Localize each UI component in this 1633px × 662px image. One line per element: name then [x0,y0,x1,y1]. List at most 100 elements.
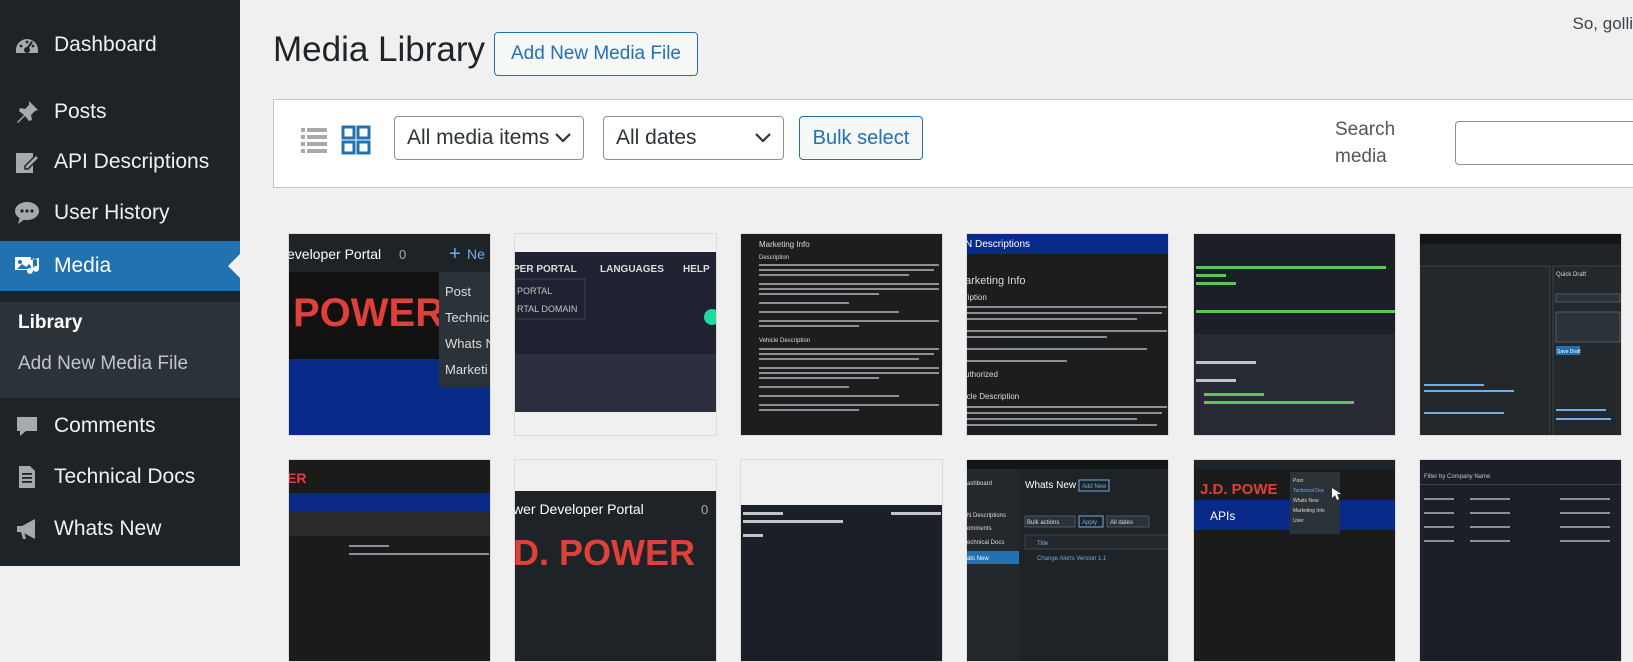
date-filter-value: All dates [616,126,697,149]
thumb-brand: J.D. POWE [1200,481,1278,498]
dashboard-icon [16,39,38,53]
media-thumbnail[interactable]: N Descriptions arketing Info ription uth… [966,233,1169,436]
thumb-brand: POWER [293,291,444,335]
thumb-subheading: Description [759,255,789,261]
media-thumbnail[interactable]: ashboard N Descriptions omments echnical… [966,459,1169,662]
media-thumbnail[interactable]: ER [288,459,491,662]
media-icon [15,257,39,274]
submenu-item-library[interactable]: Library [18,312,82,334]
sidebar-item-technical-docs[interactable]: Technical Docs [0,454,240,500]
sidebar-item-label: Technical Docs [54,465,196,488]
thumb-portal-title: wer Developer Portal [515,501,644,517]
thumb-side-item: ashboard [967,481,992,487]
thumb-button: Apply [1082,520,1097,526]
thumbnail-image: eveloper Portal 0 + Ne POWER Post Techni… [289,234,491,435]
thumbnail-image [741,460,942,661]
thumb-select: All dates [1110,520,1133,526]
grid-view-icon[interactable] [341,125,371,155]
thumb-nav-item: HELP [683,264,710,275]
sidebar-item-label: Posts [54,100,107,123]
comment-bubble-icon [15,202,39,224]
page-title: Media Library [273,30,486,69]
thumb-menu-title: APIs [1210,509,1235,523]
thumb-menu-item: Whats N [445,336,491,351]
thumb-menu-item: PORTAL [517,286,552,296]
megaphone-icon [17,519,35,539]
thumbnail-image: ashboard N Descriptions omments echnical… [967,460,1168,661]
thumb-subheading: icle Description [967,392,1019,401]
sidebar-item-label: Dashboard [54,33,157,56]
bulk-select-button[interactable]: Bulk select [799,116,923,160]
media-thumbnail[interactable]: J.D. POWE APIs Post Technical Doc Whats … [1193,459,1396,662]
media-thumbnail[interactable]: PER PORTAL LANGUAGES HELP PORTAL RTAL DO… [514,233,717,436]
add-new-media-button[interactable]: Add New Media File [494,32,698,76]
media-thumbnail[interactable]: Marketing Info Description Vehicle Descr… [740,233,943,436]
media-thumbnail[interactable]: Filter by Company Name [1419,459,1622,662]
media-thumbnail[interactable]: wer Developer Portal 0 D. POWER [514,459,717,662]
comment-icon [17,417,37,436]
sidebar-item-posts[interactable]: Posts [0,89,240,135]
sidebar-item-api-descriptions[interactable]: API Descriptions [0,139,240,185]
thumb-label: Filter by Company Name [1424,474,1491,480]
sidebar-item-media[interactable]: Media [0,241,240,291]
chevron-down-icon [755,133,771,143]
document-icon [19,466,35,488]
sidebar-item-label: Comments [54,414,156,437]
date-filter[interactable]: All dates [603,116,784,160]
media-toolbar: All media items All dates Bulk select Se… [273,99,1633,188]
thumbnail-image: Quick Draft Save Draft [1420,234,1621,435]
search-label: Search media [1335,119,1396,167]
media-submenu: Library Add New Media File [0,302,240,398]
thumb-status: uthorized [967,370,998,379]
media-type-filter-value: All media items [407,126,550,149]
sidebar-item-label: User History [54,201,170,224]
svg-text:0: 0 [701,502,708,517]
sidebar-item-dashboard[interactable]: Dashboard [0,22,240,68]
thumb-side-item: ats New [967,556,989,562]
thumb-heading: Whats New [1025,480,1077,491]
thumb-subheading: Vehicle Description [759,338,810,344]
howdy-text[interactable]: So, golli [1573,14,1633,34]
thumbnail-image: Filter by Company Name [1420,460,1621,661]
thumb-side-item: omments [967,526,992,532]
thumb-button: Add New [1082,484,1107,490]
thumbnail-image [1194,234,1395,435]
thumb-menu-item: Post [1293,478,1304,484]
thumbnail-image: N Descriptions arketing Info ription uth… [967,234,1168,435]
thumb-menu-item: Marketi [445,362,488,377]
list-view-icon[interactable] [299,125,329,155]
submenu-item-add-new[interactable]: Add New Media File [18,353,188,375]
thumb-button: Save Draft [1557,349,1581,355]
thumb-brand: ER [289,470,306,486]
thumb-heading: Marketing Info [759,240,810,249]
thumb-brand: D. POWER [515,532,695,573]
edit-page-icon [16,153,41,173]
pin-icon [17,101,38,123]
sidebar-item-whats-new[interactable]: Whats New [0,506,240,552]
thumbnail-image: Marketing Info Description Vehicle Descr… [741,234,942,435]
thumb-banner: N Descriptions [967,239,1030,250]
admin-sidebar: Dashboard Posts API Descriptions User Hi… [0,0,240,566]
media-thumbnail[interactable]: eveloper Portal 0 + Ne POWER Post Techni… [288,233,491,436]
thumb-menu-item: Whats New [1293,498,1319,504]
media-thumbnail[interactable] [1193,233,1396,436]
thumb-heading: arketing Info [967,275,1026,287]
thumb-nav-item: PER PORTAL [515,264,577,275]
search-input[interactable] [1455,121,1633,165]
sidebar-item-user-history[interactable]: User History [0,190,240,236]
thumb-portal-title: eveloper Portal [289,246,381,262]
svg-text:0: 0 [399,247,406,262]
sidebar-item-label: Whats New [54,517,162,540]
sidebar-item-comments[interactable]: Comments [0,403,240,449]
thumbnail-image: wer Developer Portal 0 D. POWER [515,460,716,661]
media-thumbnail[interactable]: Quick Draft Save Draft [1419,233,1622,436]
thumb-menu-item: User [1293,518,1304,524]
media-type-filter[interactable]: All media items [394,116,584,160]
thumbnail-image: PER PORTAL LANGUAGES HELP PORTAL RTAL DO… [515,234,716,435]
thumb-row-title: Change Alerts Version 1.1 [1037,556,1107,562]
thumb-menu-item: Technical Doc [1293,488,1325,494]
media-thumbnail[interactable] [740,459,943,662]
thumb-select: Bulk actions [1027,520,1059,526]
thumb-side-item: echnical Docs [967,540,1004,546]
thumbnail-image: ER [289,460,490,661]
